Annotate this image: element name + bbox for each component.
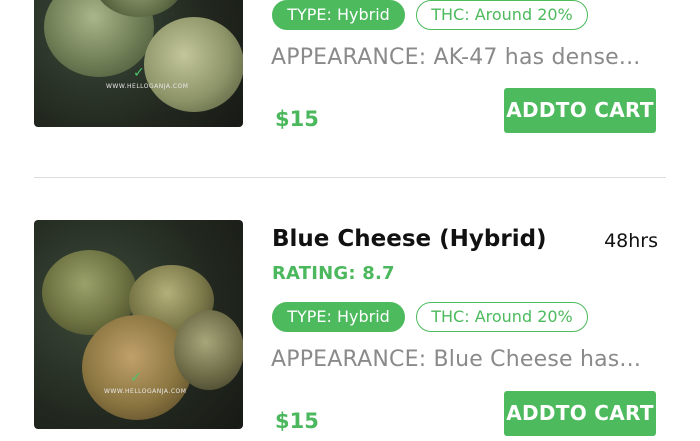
product-card[interactable]: ✓ WWW.HELLOGANJA.COM TYPE: Hybrid THC: A… xyxy=(0,0,700,177)
price: $15 xyxy=(275,107,319,131)
leaf-logo-icon: ✓ xyxy=(133,65,145,81)
appearance-text: APPEARANCE: AK-47 has dense... xyxy=(271,45,641,70)
appearance-text: APPEARANCE: Blue Cheese has... xyxy=(271,347,642,372)
bud-shape xyxy=(174,310,243,390)
product-title[interactable]: Blue Cheese (Hybrid) xyxy=(272,226,547,252)
thc-chip: THC: Around 20% xyxy=(416,0,588,30)
type-chip: TYPE: Hybrid xyxy=(272,0,405,30)
delivery-eta: 48hrs xyxy=(604,230,658,252)
divider xyxy=(34,177,666,178)
rating: RATING: 8.7 xyxy=(272,263,395,284)
bud-shape xyxy=(82,315,192,420)
product-card[interactable]: ✓ WWW.HELLOGANJA.COM Blue Cheese (Hybrid… xyxy=(0,220,700,441)
leaf-logo-icon: ✓ xyxy=(130,370,142,386)
bud-shape xyxy=(144,17,243,112)
product-image[interactable]: ✓ WWW.HELLOGANJA.COM xyxy=(34,0,243,127)
type-chip: TYPE: Hybrid xyxy=(272,302,405,332)
add-to-cart-button[interactable]: ADDTO CART xyxy=(504,88,656,133)
product-image[interactable]: ✓ WWW.HELLOGANJA.COM xyxy=(34,220,243,429)
image-watermark: WWW.HELLOGANJA.COM xyxy=(104,388,187,395)
image-watermark: WWW.HELLOGANJA.COM xyxy=(106,83,189,90)
add-to-cart-button[interactable]: ADDTO CART xyxy=(504,391,656,436)
price: $15 xyxy=(275,409,319,433)
thc-chip: THC: Around 20% xyxy=(416,302,588,332)
